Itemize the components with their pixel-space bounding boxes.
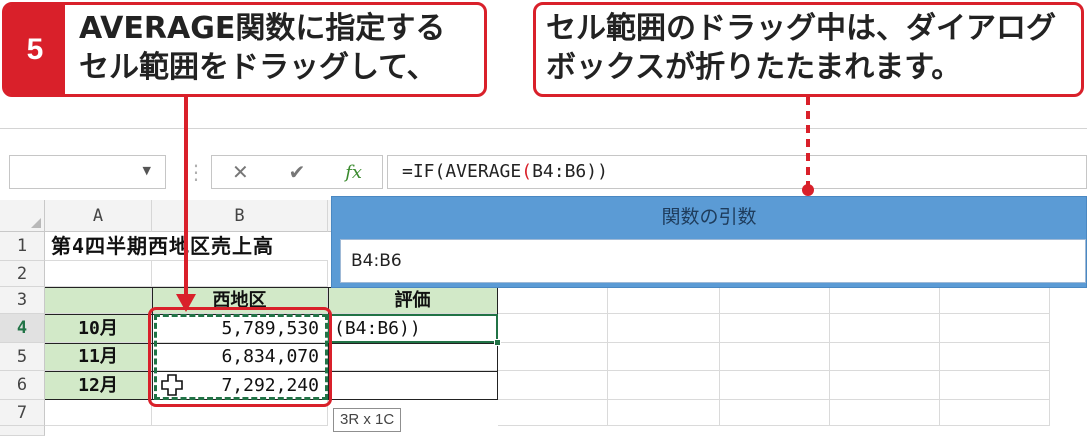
- callout-connectors: [176, 97, 814, 312]
- step-arrow: [176, 97, 196, 312]
- note-connector: [802, 97, 814, 196]
